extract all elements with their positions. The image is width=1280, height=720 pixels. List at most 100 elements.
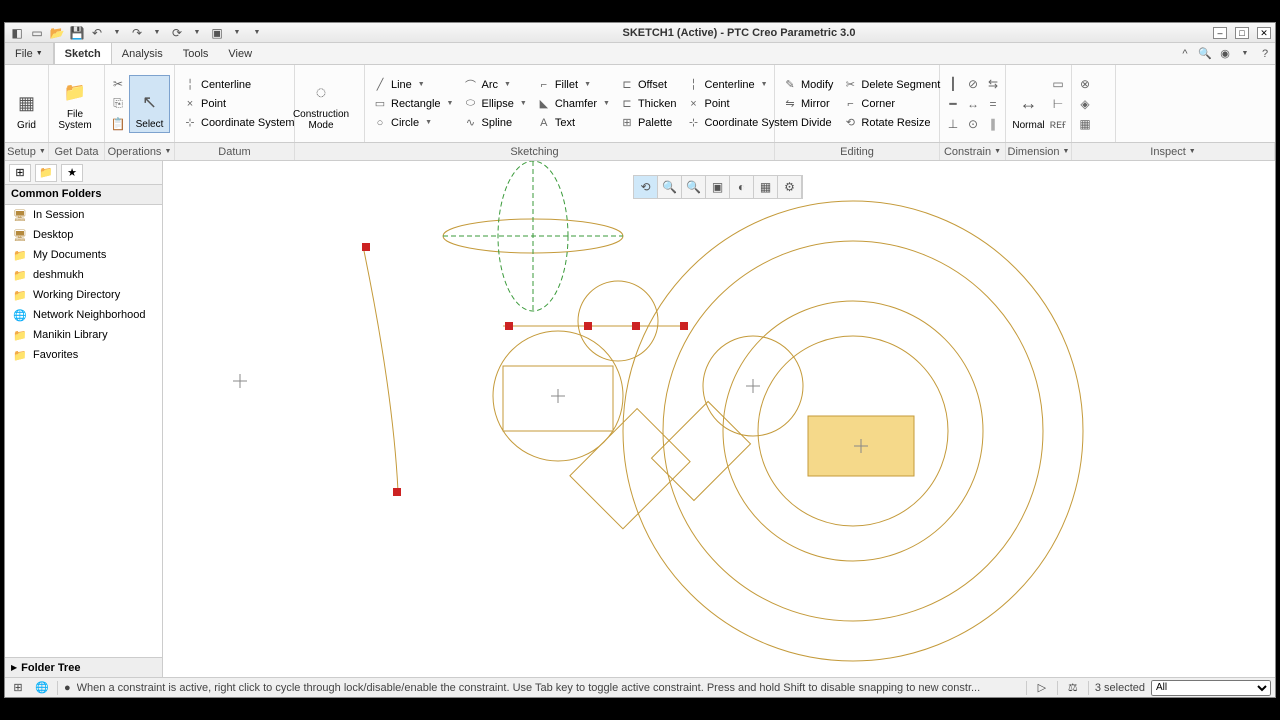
selection-count: 3 selected — [1095, 682, 1145, 694]
grid-button[interactable]: ▦Grid — [9, 75, 44, 133]
play-icon[interactable]: ▷ — [1033, 680, 1051, 696]
refit-icon[interactable]: ⟲ — [634, 176, 658, 198]
sidebar-item-label: My Documents — [33, 249, 106, 261]
sidebar-item-1[interactable]: 🖥Desktop — [5, 225, 162, 245]
zoomin-icon[interactable]: 🔍 — [658, 176, 682, 198]
rectangle-button[interactable]: ▭Rectangle▼ — [369, 95, 457, 113]
sidebar-item-6[interactable]: 📁Manikin Library — [5, 325, 162, 345]
sidebar-header: Common Folders — [5, 185, 162, 205]
sketch-canvas[interactable]: ⟲ 🔍 🔍 ▣ ◐ ▦ ⚙ — [163, 161, 1275, 677]
midpt-icon[interactable]: ↔ — [964, 95, 982, 113]
status-icon1[interactable]: ⊞ — [9, 680, 27, 696]
shade-icon[interactable]: ▦ — [1076, 115, 1094, 133]
repaint-icon[interactable]: ▣ — [706, 176, 730, 198]
corner-button[interactable]: ⌐Corner — [839, 95, 944, 113]
sidebar-item-label: Manikin Library — [33, 329, 108, 341]
rotresize-button[interactable]: ⟲Rotate Resize — [839, 114, 944, 132]
equal-icon[interactable]: = — [984, 95, 1002, 113]
ref-icon[interactable]: ʀᴇғ — [1049, 115, 1067, 133]
redo-icon[interactable]: ↷ — [129, 25, 145, 41]
search-icon[interactable]: 🔍 — [1195, 43, 1215, 64]
tools-tab[interactable]: Tools — [173, 43, 219, 64]
fillet-button[interactable]: ⌐Fillet▼ — [533, 76, 614, 94]
open-icon[interactable]: 📂 — [49, 25, 65, 41]
paste-icon[interactable]: 📋 — [109, 115, 127, 133]
regen-dd-icon[interactable]: ▼ — [189, 25, 205, 41]
offset-button[interactable]: ⊏Offset — [616, 76, 681, 94]
minimize-button[interactable]: – — [1213, 27, 1227, 39]
text-button[interactable]: AText — [533, 114, 614, 132]
vert-icon[interactable]: ┃ — [944, 75, 962, 93]
perp-icon[interactable]: ⊥ — [944, 115, 962, 133]
spline-button[interactable]: ∿Spline — [459, 114, 530, 132]
undo-icon[interactable]: ↶ — [89, 25, 105, 41]
close-button[interactable]: ✕ — [1257, 27, 1271, 39]
file-tab[interactable]: File▼ — [5, 43, 54, 64]
folder-tree-toggle[interactable]: ▶Folder Tree — [5, 657, 162, 677]
divide-button[interactable]: ÷Divide — [779, 114, 837, 132]
perim-icon[interactable]: ▭ — [1049, 75, 1067, 93]
sidebar-item-3[interactable]: 📁deshmukh — [5, 265, 162, 285]
normal-dim-button[interactable]: ↔Normal — [1010, 75, 1047, 133]
modify-button[interactable]: ✎Modify — [779, 76, 837, 94]
highlight-icon[interactable]: ◈ — [1076, 95, 1094, 113]
learn-dd-icon[interactable]: ▼ — [1235, 43, 1255, 64]
collapse-ribbon-icon[interactable]: ^ — [1175, 43, 1195, 64]
centerline-button[interactable]: ╎Centerline — [179, 76, 299, 94]
filter-icon[interactable]: ⚖ — [1064, 680, 1082, 696]
line-button[interactable]: ╱Line▼ — [369, 76, 457, 94]
thicken-button[interactable]: ⊏Thicken — [616, 95, 681, 113]
help-icon[interactable]: ? — [1255, 43, 1275, 64]
copy-icon[interactable]: ⎘ — [109, 95, 127, 113]
new-icon[interactable]: ▭ — [29, 25, 45, 41]
mirror-button[interactable]: ⇋Mirror — [779, 95, 837, 113]
sidebar-item-2[interactable]: 📁My Documents — [5, 245, 162, 265]
coordsys-button[interactable]: ⊹Coordinate System — [179, 114, 299, 132]
horiz-icon[interactable]: ━ — [944, 95, 962, 113]
parallel-icon[interactable]: ∥ — [984, 115, 1002, 133]
view-tab[interactable]: View — [218, 43, 262, 64]
redo-dd-icon[interactable]: ▼ — [149, 25, 165, 41]
analysis-tab[interactable]: Analysis — [112, 43, 173, 64]
coinc-icon[interactable]: ⊙ — [964, 115, 982, 133]
window-icon[interactable]: ▣ — [209, 25, 225, 41]
baseline-icon[interactable]: ⊢ — [1049, 95, 1067, 113]
folder-icon: 📁 — [13, 349, 27, 361]
sidebar-item-7[interactable]: 📁Favorites — [5, 345, 162, 365]
palette-button[interactable]: ⊞Palette — [616, 114, 681, 132]
circle-button[interactable]: ○Circle▼ — [369, 114, 457, 132]
vsettings-icon[interactable]: ⚙ — [778, 176, 802, 198]
maximize-button[interactable]: □ — [1235, 27, 1249, 39]
sidebar-item-0[interactable]: 🖥In Session — [5, 205, 162, 225]
grid-toggle-icon[interactable]: ▦ — [754, 176, 778, 198]
tree-tab-icon[interactable]: ⊞ — [9, 164, 31, 182]
tangent-icon[interactable]: ⊘ — [964, 75, 982, 93]
undo-dd-icon[interactable]: ▼ — [109, 25, 125, 41]
sym-icon[interactable]: ⇆ — [984, 75, 1002, 93]
learn-icon[interactable]: ◉ — [1215, 43, 1235, 64]
construction-button[interactable]: ◌Construction Mode — [299, 75, 343, 133]
fav-tab-icon[interactable]: ★ — [61, 164, 83, 182]
ellipse-button[interactable]: ⬭Ellipse▼ — [459, 95, 530, 113]
sketch-tab[interactable]: Sketch — [54, 43, 112, 64]
select-button[interactable]: ↖Select — [129, 75, 170, 133]
save-icon[interactable]: 💾 — [69, 25, 85, 41]
chamfer-button[interactable]: ◣Chamfer▼ — [533, 95, 614, 113]
window-dd-icon[interactable]: ▼ — [229, 25, 245, 41]
sidebar-item-4[interactable]: 📁Working Directory — [5, 285, 162, 305]
cut-icon[interactable]: ✂ — [109, 75, 127, 93]
status-icon2[interactable]: 🌐 — [33, 680, 51, 696]
regen-icon[interactable]: ⟳ — [169, 25, 185, 41]
qat-dd-icon[interactable]: ▼ — [249, 25, 265, 41]
filter-select[interactable]: All — [1151, 680, 1271, 696]
filesystem-button[interactable]: 📁File System — [53, 75, 97, 133]
point-button[interactable]: ×Point — [179, 95, 299, 113]
disp-icon[interactable]: ◐ — [730, 176, 754, 198]
titlebar: ◧ ▭ 📂 💾 ↶ ▼ ↷ ▼ ⟳ ▼ ▣ ▼ ▼ SKETCH1 (Activ… — [5, 23, 1275, 43]
sidebar-item-5[interactable]: 🌐Network Neighborhood — [5, 305, 162, 325]
deleteseg-button[interactable]: ✂Delete Segment — [839, 76, 944, 94]
arc-button[interactable]: ⌒Arc▼ — [459, 76, 530, 94]
folder-tab-icon[interactable]: 📁 — [35, 164, 57, 182]
zoomout-icon[interactable]: 🔍 — [682, 176, 706, 198]
overlap-icon[interactable]: ⊗ — [1076, 75, 1094, 93]
